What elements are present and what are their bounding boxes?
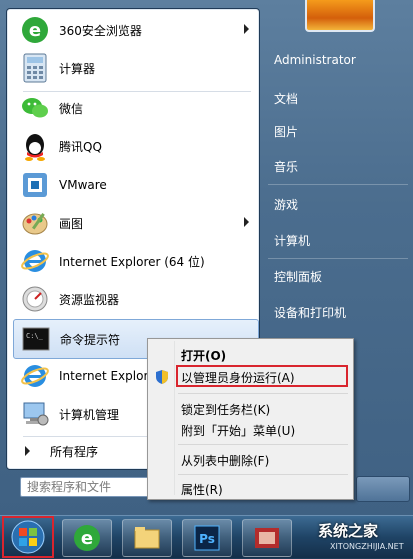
menu-divider <box>178 393 348 394</box>
photoshop-icon: Ps <box>194 525 220 551</box>
menu-divider <box>178 444 348 445</box>
program-label: 资源监视器 <box>59 292 120 307</box>
folder-icon <box>134 527 160 549</box>
all-programs-label: 所有程序 <box>50 444 99 459</box>
menu-gutter <box>174 341 175 495</box>
submenu-arrow-icon[interactable] <box>244 24 249 34</box>
right-item-music[interactable]: 音乐 <box>274 158 298 175</box>
ie-icon <box>19 360 51 392</box>
program-label: Internet Explorer (64 位) <box>59 254 205 269</box>
program-vmware[interactable]: VMware <box>13 166 257 204</box>
context-menu: 打开(O) 以管理员身份运行(A) 锁定到任务栏(K) 附到「开始」菜单(U) … <box>147 338 354 500</box>
user-avatar[interactable] <box>305 0 375 32</box>
svg-text:e: e <box>29 20 41 41</box>
menu-item-remove-list[interactable]: 从列表中删除(F) <box>181 452 269 469</box>
resource-monitor-icon <box>19 283 51 315</box>
watermark-subtitle: XITONGZHIJIA.NET <box>330 542 404 551</box>
program-label: 画图 <box>59 216 84 231</box>
divider <box>268 258 408 259</box>
program-ie64[interactable]: Internet Explorer (64 位) <box>13 242 257 280</box>
program-label: 计算机管理 <box>59 407 120 422</box>
wechat-icon <box>19 92 51 124</box>
menu-divider <box>178 474 348 475</box>
svg-text:Ps: Ps <box>199 532 215 546</box>
program-paint[interactable]: 画图 <box>13 204 257 242</box>
program-360-browser[interactable]: e 360安全浏览器 <box>13 11 257 49</box>
highlight-box <box>176 365 348 387</box>
menu-item-properties[interactable]: 属性(R) <box>181 481 223 498</box>
360-browser-icon: e <box>19 14 51 46</box>
user-name-link[interactable]: Administrator <box>274 53 356 67</box>
program-label: Internet Explorer <box>59 369 161 383</box>
shutdown-button[interactable] <box>356 476 410 502</box>
menu-item-pin-start[interactable]: 附到「开始」菜单(U) <box>181 422 295 439</box>
program-label: VMware <box>59 178 107 192</box>
paint-icon <box>19 207 51 239</box>
program-label: 微信 <box>59 101 84 116</box>
watermark-title: 系统之家 <box>318 522 379 540</box>
taskbar-explorer[interactable] <box>122 519 172 557</box>
menu-item-pin-taskbar[interactable]: 锁定到任务栏(K) <box>181 401 270 418</box>
taskbar-360-browser[interactable]: e <box>62 519 112 557</box>
right-item-control-panel[interactable]: 控制面板 <box>274 268 322 285</box>
svg-text:e: e <box>81 528 93 549</box>
program-calculator[interactable]: 计算器 <box>13 49 257 87</box>
submenu-arrow-icon[interactable] <box>244 217 249 227</box>
taskbar-app[interactable] <box>242 519 292 557</box>
windows-orb-icon <box>11 520 45 554</box>
taskbar-photoshop[interactable]: Ps <box>182 519 232 557</box>
calculator-icon <box>19 52 51 84</box>
program-label: 命令提示符 <box>60 332 121 347</box>
right-item-pictures[interactable]: 图片 <box>274 123 298 140</box>
program-label: 计算器 <box>59 61 96 76</box>
computer-management-icon <box>19 398 51 430</box>
360-browser-icon: e <box>74 525 100 551</box>
program-resource-monitor[interactable]: 资源监视器 <box>13 280 257 318</box>
svg-text:C:\_: C:\_ <box>26 332 44 340</box>
program-label: 360安全浏览器 <box>59 23 142 38</box>
menu-item-open[interactable]: 打开(O) <box>181 347 226 364</box>
right-item-documents[interactable]: 文档 <box>274 90 298 107</box>
divider <box>268 184 408 185</box>
qq-icon <box>19 130 51 162</box>
uac-shield-icon <box>154 369 170 388</box>
arrow-right-icon <box>25 446 30 456</box>
program-label: 腾讯QQ <box>59 139 102 154</box>
ie-icon <box>19 245 51 277</box>
right-item-devices-printers[interactable]: 设备和打印机 <box>274 304 346 321</box>
program-wechat[interactable]: 微信 <box>13 89 257 127</box>
app-icon <box>255 528 279 548</box>
vmware-icon <box>19 169 51 201</box>
program-qq[interactable]: 腾讯QQ <box>13 127 257 165</box>
right-item-games[interactable]: 游戏 <box>274 196 298 213</box>
cmd-icon: C:\_ <box>20 323 52 355</box>
start-button[interactable] <box>2 516 54 558</box>
right-item-computer[interactable]: 计算机 <box>274 232 310 249</box>
